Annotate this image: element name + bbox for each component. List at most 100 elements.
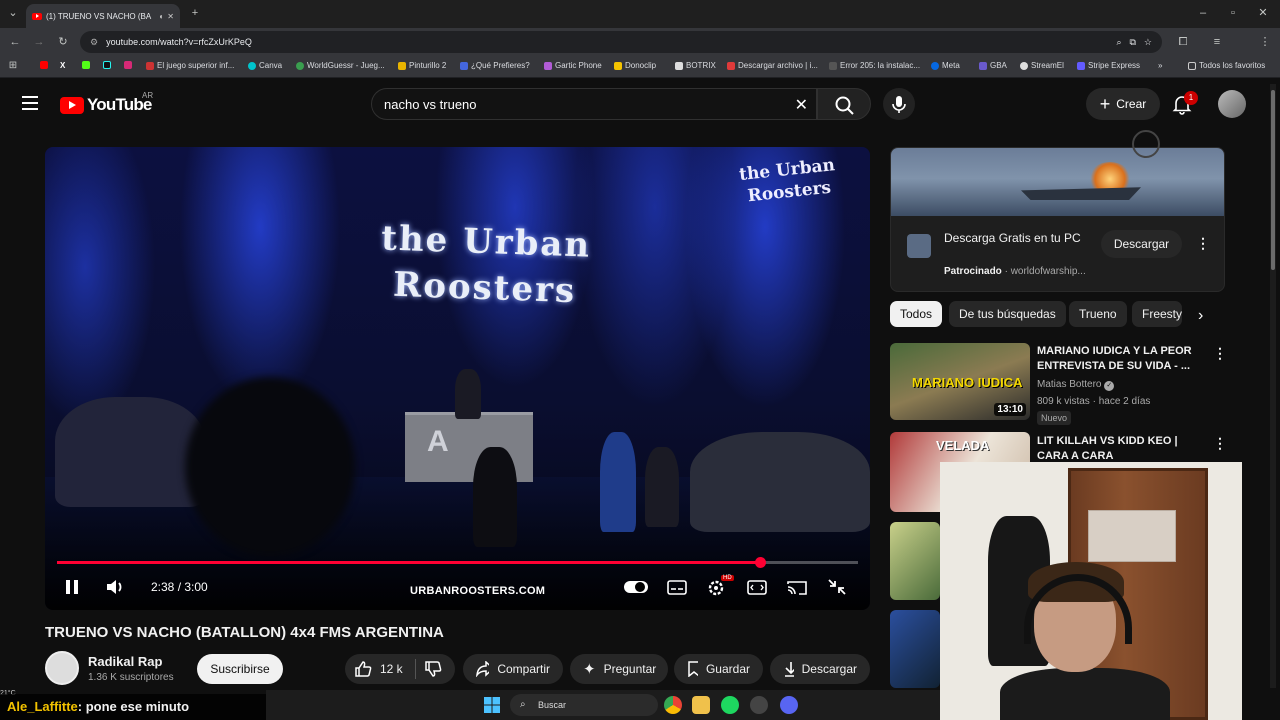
zoom-icon[interactable]: ⌕: [1116, 37, 1121, 48]
foreground-silhouette: [185, 377, 355, 557]
chip-all[interactable]: Todos: [890, 301, 943, 327]
all-favorites-folder[interactable]: Todos los favoritos: [1188, 61, 1265, 70]
bookmark-item[interactable]: Canva: [248, 61, 282, 70]
chip-trueno[interactable]: Trueno: [1069, 301, 1127, 327]
recommendation-more-icon[interactable]: ⋮: [1213, 346, 1227, 360]
file-explorer-taskbar-icon[interactable]: [692, 696, 710, 714]
bookmark-youtube-icon[interactable]: [40, 61, 48, 69]
forward-icon[interactable]: →: [32, 35, 46, 49]
bookmark-item[interactable]: StreamEl: [1020, 61, 1064, 70]
exit-fullscreen-icon[interactable]: [827, 578, 847, 596]
url-text[interactable]: youtube.com/watch?v=rfcZxUrKPeQ: [106, 37, 252, 47]
subtitles-icon[interactable]: [667, 578, 687, 596]
apps-grid-icon[interactable]: ⊞: [6, 59, 20, 73]
ad-more-options-icon[interactable]: ⋮: [1196, 236, 1210, 250]
clear-search-icon[interactable]: ✕: [795, 95, 808, 115]
extensions-icon[interactable]: ⧠: [1176, 35, 1190, 49]
taskbar-search[interactable]: ⌕ Buscar: [510, 694, 658, 716]
tab-close-icon[interactable]: ✕: [167, 12, 174, 21]
sponsored-ad-card[interactable]: Descarga Gratis en tu PC Patrocinado · w…: [890, 147, 1225, 292]
create-label: Crear: [1116, 97, 1147, 111]
window-close-icon[interactable]: ✕: [1256, 6, 1270, 20]
tab-audio-icon[interactable]: ◖: [158, 12, 163, 21]
volume-icon[interactable]: [105, 578, 127, 596]
search-input[interactable]: nacho vs trueno ✕: [371, 88, 817, 120]
hd-badge: HD: [721, 575, 734, 581]
install-app-icon[interactable]: ⧉: [1129, 37, 1135, 48]
subscribe-button[interactable]: Suscribirse: [197, 654, 283, 684]
recommendation-more-icon[interactable]: ⋮: [1213, 436, 1227, 450]
minimize-icon[interactable]: –: [1196, 6, 1210, 20]
pause-icon[interactable]: [65, 578, 79, 596]
app-taskbar-icon[interactable]: [750, 696, 768, 714]
ad-title[interactable]: Descarga Gratis en tu PC: [944, 230, 1094, 247]
bookmark-item[interactable]: WorldGuessr - Jueg...: [296, 61, 385, 70]
thumbs-down-icon[interactable]: [424, 660, 442, 678]
recommendation-thumbnail[interactable]: [890, 610, 940, 688]
create-button[interactable]: + Crear: [1086, 88, 1160, 120]
new-tab-icon[interactable]: +: [188, 6, 202, 20]
save-button[interactable]: Guardar: [674, 654, 763, 684]
browser-menu-icon[interactable]: ⋮: [1258, 35, 1272, 49]
bookmarks-overflow-icon[interactable]: »: [1158, 61, 1162, 70]
cast-icon[interactable]: [787, 578, 807, 596]
bookmark-item[interactable]: El juego superior inf...: [146, 61, 234, 70]
bookmark-item[interactable]: Gartic Phone: [544, 61, 602, 70]
reload-icon[interactable]: ↻: [56, 35, 70, 49]
recommendation-thumbnail[interactable]: [890, 522, 940, 600]
channel-avatar[interactable]: [45, 651, 79, 685]
recommendation-channel[interactable]: Matias Bottero: [1037, 379, 1101, 390]
like-button[interactable]: 12 k: [354, 660, 403, 678]
chrome-taskbar-icon[interactable]: [664, 696, 682, 714]
browser-tab-active[interactable]: (1) TRUENO VS NACHO (BA ◖ ✕: [26, 4, 180, 28]
bookmark-item[interactable]: Pinturillo 2: [398, 61, 446, 70]
recommendation-thumbnail[interactable]: MARIANO IUDICA 13:10: [890, 343, 1030, 420]
chips-next-chevron-icon[interactable]: ›: [1198, 307, 1203, 325]
account-avatar[interactable]: [1218, 90, 1246, 118]
bookmark-item[interactable]: Meta: [931, 61, 960, 70]
discord-taskbar-icon[interactable]: [780, 696, 798, 714]
site-info-icon[interactable]: ⚙: [90, 37, 98, 48]
spotify-taskbar-icon[interactable]: [721, 696, 739, 714]
page-scrollbar[interactable]: [1270, 84, 1276, 688]
loading-spinner-icon: [1132, 130, 1160, 158]
share-button[interactable]: Compartir: [463, 654, 563, 684]
theater-mode-icon[interactable]: [747, 578, 767, 596]
recommendation-title[interactable]: MARIANO IUDICA Y LA PEOR ENTREVISTA DE S…: [1037, 344, 1207, 374]
menu-icon[interactable]: [22, 96, 38, 110]
youtube-logo[interactable]: YouTube AR: [60, 91, 153, 115]
bookmark-instagram-icon[interactable]: [124, 61, 132, 69]
bookmark-item[interactable]: Stripe Express: [1077, 61, 1140, 70]
bookmark-item[interactable]: Descargar archivo | i...: [727, 61, 818, 70]
bookmark-item[interactable]: GBA: [979, 61, 1007, 70]
bookmark-kick-icon[interactable]: [82, 61, 90, 69]
windows-start-icon[interactable]: [484, 697, 500, 713]
scrollbar-thumb[interactable]: [1271, 90, 1275, 270]
channel-name[interactable]: Radikal Rap: [88, 654, 162, 669]
bookmark-star-icon[interactable]: ☆: [1144, 37, 1152, 48]
chip-freestyle[interactable]: Freesty: [1132, 301, 1182, 327]
address-bar[interactable]: ⚙ youtube.com/watch?v=rfcZxUrKPeQ ⌕ ⧉ ☆: [80, 31, 1162, 53]
bookmark-item[interactable]: BOTRIX: [675, 61, 716, 70]
bookmark-item[interactable]: Donoclip: [614, 61, 656, 70]
bookmark-item[interactable]: Error 205: la instalac...: [829, 61, 920, 70]
tab-list-chevron-icon[interactable]: ⌄: [6, 6, 20, 20]
recommendation-title[interactable]: LIT KILLAH VS KIDD KEO | CARA A CARA: [1037, 434, 1187, 464]
search-button[interactable]: [817, 88, 871, 120]
bookmark-x-icon[interactable]: X: [60, 61, 65, 70]
reading-list-icon[interactable]: ≡: [1210, 35, 1224, 49]
maximize-icon[interactable]: ▫: [1226, 6, 1240, 20]
chip-from-searches[interactable]: De tus búsquedas: [949, 301, 1066, 327]
ask-button[interactable]: ✦ Preguntar: [570, 654, 668, 684]
bookmark-tiktok-icon[interactable]: [103, 61, 111, 69]
download-button[interactable]: Descargar: [770, 654, 870, 684]
back-icon[interactable]: ←: [8, 35, 22, 49]
progress-bar[interactable]: [57, 557, 858, 568]
autoplay-toggle-icon[interactable]: [623, 578, 649, 596]
search-query[interactable]: nacho vs trueno: [384, 97, 477, 112]
video-player[interactable]: the Urban Roosters the Urban Roosters A …: [45, 147, 870, 610]
person-figure: [455, 369, 481, 419]
ad-download-button[interactable]: Descargar: [1101, 230, 1182, 258]
voice-search-button[interactable]: [883, 88, 915, 120]
bookmark-item[interactable]: ¿Qué Prefieres?: [460, 61, 530, 70]
